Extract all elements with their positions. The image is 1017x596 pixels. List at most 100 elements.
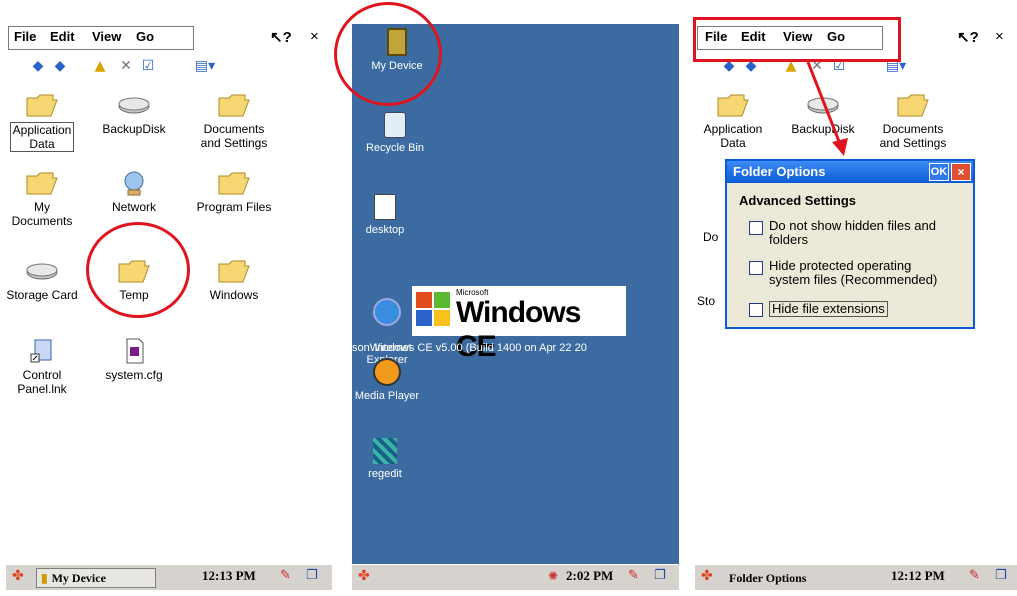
desktop-icon-label: Recycle Bin xyxy=(365,142,425,154)
item-my-documents[interactable]: My Documents xyxy=(6,170,90,228)
folder-options-dialog: Folder Options OK × Advanced Settings Do… xyxy=(725,159,975,329)
windows-flag-icon xyxy=(416,292,450,326)
help-icon: ? xyxy=(969,29,979,46)
drive-icon xyxy=(117,92,151,118)
explorer-window-my-device: File Edit View Go ↖? × ◆ ◆ ▲ ✕ ☑ ▤▾ Appl… xyxy=(6,24,332,590)
taskbar-task-label: Folder Options xyxy=(729,570,807,585)
item-label: Documents and Settings xyxy=(879,122,947,150)
item-backupdisk[interactable]: BackupDisk xyxy=(86,92,182,136)
help-button[interactable]: ↖? xyxy=(957,28,979,46)
item-documents-and-settings[interactable]: Documents and Settings xyxy=(186,92,282,150)
help-button[interactable]: ↖? xyxy=(270,28,292,46)
shortcut-icon xyxy=(25,338,59,364)
dialog-close-button[interactable]: × xyxy=(951,163,971,181)
start-icon[interactable]: ✤ xyxy=(358,568,370,584)
item-label: Windows xyxy=(209,288,259,302)
annotation-arrow xyxy=(806,61,848,156)
dialog-title: Folder Options xyxy=(733,164,826,179)
item-application-data[interactable]: Application Data xyxy=(6,92,90,152)
folder-icon xyxy=(896,92,930,118)
close-button[interactable]: × xyxy=(995,28,1004,45)
help-icon: ? xyxy=(282,29,292,46)
partial-label-storage: Sto xyxy=(697,294,716,308)
item-program-files[interactable]: Program Files xyxy=(186,170,282,214)
option-label: Hide protected operating system files (R… xyxy=(769,258,938,287)
windows-ce-desktop: My Device Recycle Bin desktop Internet E… xyxy=(352,24,679,590)
views-icon[interactable]: ▤▾ xyxy=(190,56,220,76)
item-label: system.cfg xyxy=(105,368,163,382)
close-button[interactable]: × xyxy=(310,28,319,45)
folder-icon xyxy=(25,170,59,196)
desktop-switch-icon[interactable]: ❐ xyxy=(995,568,1007,583)
item-label: Control Panel.lnk xyxy=(17,368,67,396)
option-label: Do not show hidden files and folders xyxy=(769,218,936,247)
checkbox[interactable] xyxy=(749,303,763,317)
highlight-circle-temp xyxy=(86,222,190,318)
taskbar-task-folder-options[interactable]: Folder Options xyxy=(725,568,853,588)
option-hide-hidden-files[interactable]: Do not show hidden files and folders xyxy=(749,219,936,247)
folder-icon xyxy=(25,92,59,118)
item-system-cfg[interactable]: system.cfg xyxy=(86,338,182,382)
desktop-icon-label: regedit xyxy=(368,468,402,480)
delete-icon[interactable]: ✕ xyxy=(116,56,136,76)
menu-edit[interactable]: Edit xyxy=(50,29,75,44)
back-icon[interactable]: ◆ xyxy=(28,56,48,76)
checkbox[interactable] xyxy=(749,221,763,235)
item-network[interactable]: Network xyxy=(86,170,182,214)
forward-icon[interactable]: ◆ xyxy=(50,56,70,76)
menu-file[interactable]: File xyxy=(14,29,36,44)
up-folder-icon[interactable]: ▲ xyxy=(90,56,110,76)
desktop-icon-media-player[interactable]: Media Player xyxy=(352,358,432,402)
option-hide-protected-files[interactable]: Hide protected operating system files (R… xyxy=(749,259,937,287)
item-label: Network xyxy=(111,200,156,214)
desktop-icon-desktop[interactable]: desktop xyxy=(352,194,430,236)
highlight-rect-menu xyxy=(693,17,901,62)
desktop-icon-label: Media Player xyxy=(354,390,420,402)
start-icon[interactable]: ✤ xyxy=(12,568,24,584)
taskbar: ✤ ▮ My Device 12:13 PM ✎ ❐ xyxy=(6,564,332,590)
checkbox[interactable] xyxy=(749,261,763,275)
start-icon[interactable]: ✤ xyxy=(701,568,713,584)
toolbar: ◆ ◆ ▲ ✕ ☑ ▤▾ xyxy=(6,54,332,78)
partial-label-documents: Do xyxy=(703,230,719,244)
item-label: My Documents xyxy=(11,200,73,228)
network-icon xyxy=(117,170,151,196)
item-application-data[interactable]: Application Data xyxy=(695,92,781,150)
desktop-icon-recycle-bin[interactable]: Recycle Bin xyxy=(352,112,440,154)
option-label: Hide file extensions xyxy=(769,301,888,317)
build-info-text: sonWindows CE v5.00 (Build 1400 on Apr 2… xyxy=(352,342,587,354)
drive-icon xyxy=(25,258,59,284)
recycle-bin-icon xyxy=(384,112,406,138)
taskbar-task-label: My Device xyxy=(51,570,106,585)
ok-button[interactable]: OK xyxy=(929,163,949,181)
option-hide-file-extensions[interactable]: Hide file extensions xyxy=(749,301,888,317)
folder-icon xyxy=(217,258,251,284)
input-panel-icon[interactable]: ✎ xyxy=(628,568,639,583)
internet-explorer-icon xyxy=(373,298,401,326)
taskbar-task-my-device[interactable]: ▮ My Device xyxy=(36,568,156,588)
item-label: Documents and Settings xyxy=(200,122,268,150)
regedit-icon xyxy=(373,438,397,464)
item-label: Application Data xyxy=(703,122,763,150)
menu-go[interactable]: Go xyxy=(136,29,154,44)
desktop-icon-label: desktop xyxy=(365,224,405,236)
menu-bar: File Edit View Go ↖? × xyxy=(6,24,332,52)
item-windows[interactable]: Windows xyxy=(186,258,282,302)
menu-view[interactable]: View xyxy=(92,29,121,44)
section-heading: Advanced Settings xyxy=(739,193,857,208)
properties-icon[interactable]: ☑ xyxy=(138,56,158,76)
item-storage-card[interactable]: Storage Card xyxy=(6,258,90,302)
desktop-icon-regedit[interactable]: regedit xyxy=(352,438,430,480)
file-icon xyxy=(117,338,151,364)
desktop-switch-icon[interactable]: ❐ xyxy=(654,568,666,583)
item-label: Application Data xyxy=(9,122,75,152)
desktop-switch-icon[interactable]: ❐ xyxy=(306,568,318,583)
clock: 12:12 PM xyxy=(891,568,945,583)
item-label: Storage Card xyxy=(6,288,78,302)
input-panel-icon[interactable]: ✎ xyxy=(280,568,291,583)
network-status-icon[interactable]: ✺ xyxy=(548,569,558,583)
item-label: BackupDisk xyxy=(102,122,166,136)
item-documents-and-settings[interactable]: Documents and Settings xyxy=(865,92,961,150)
input-panel-icon[interactable]: ✎ xyxy=(969,568,980,583)
item-control-panel-lnk[interactable]: Control Panel.lnk xyxy=(6,338,90,396)
